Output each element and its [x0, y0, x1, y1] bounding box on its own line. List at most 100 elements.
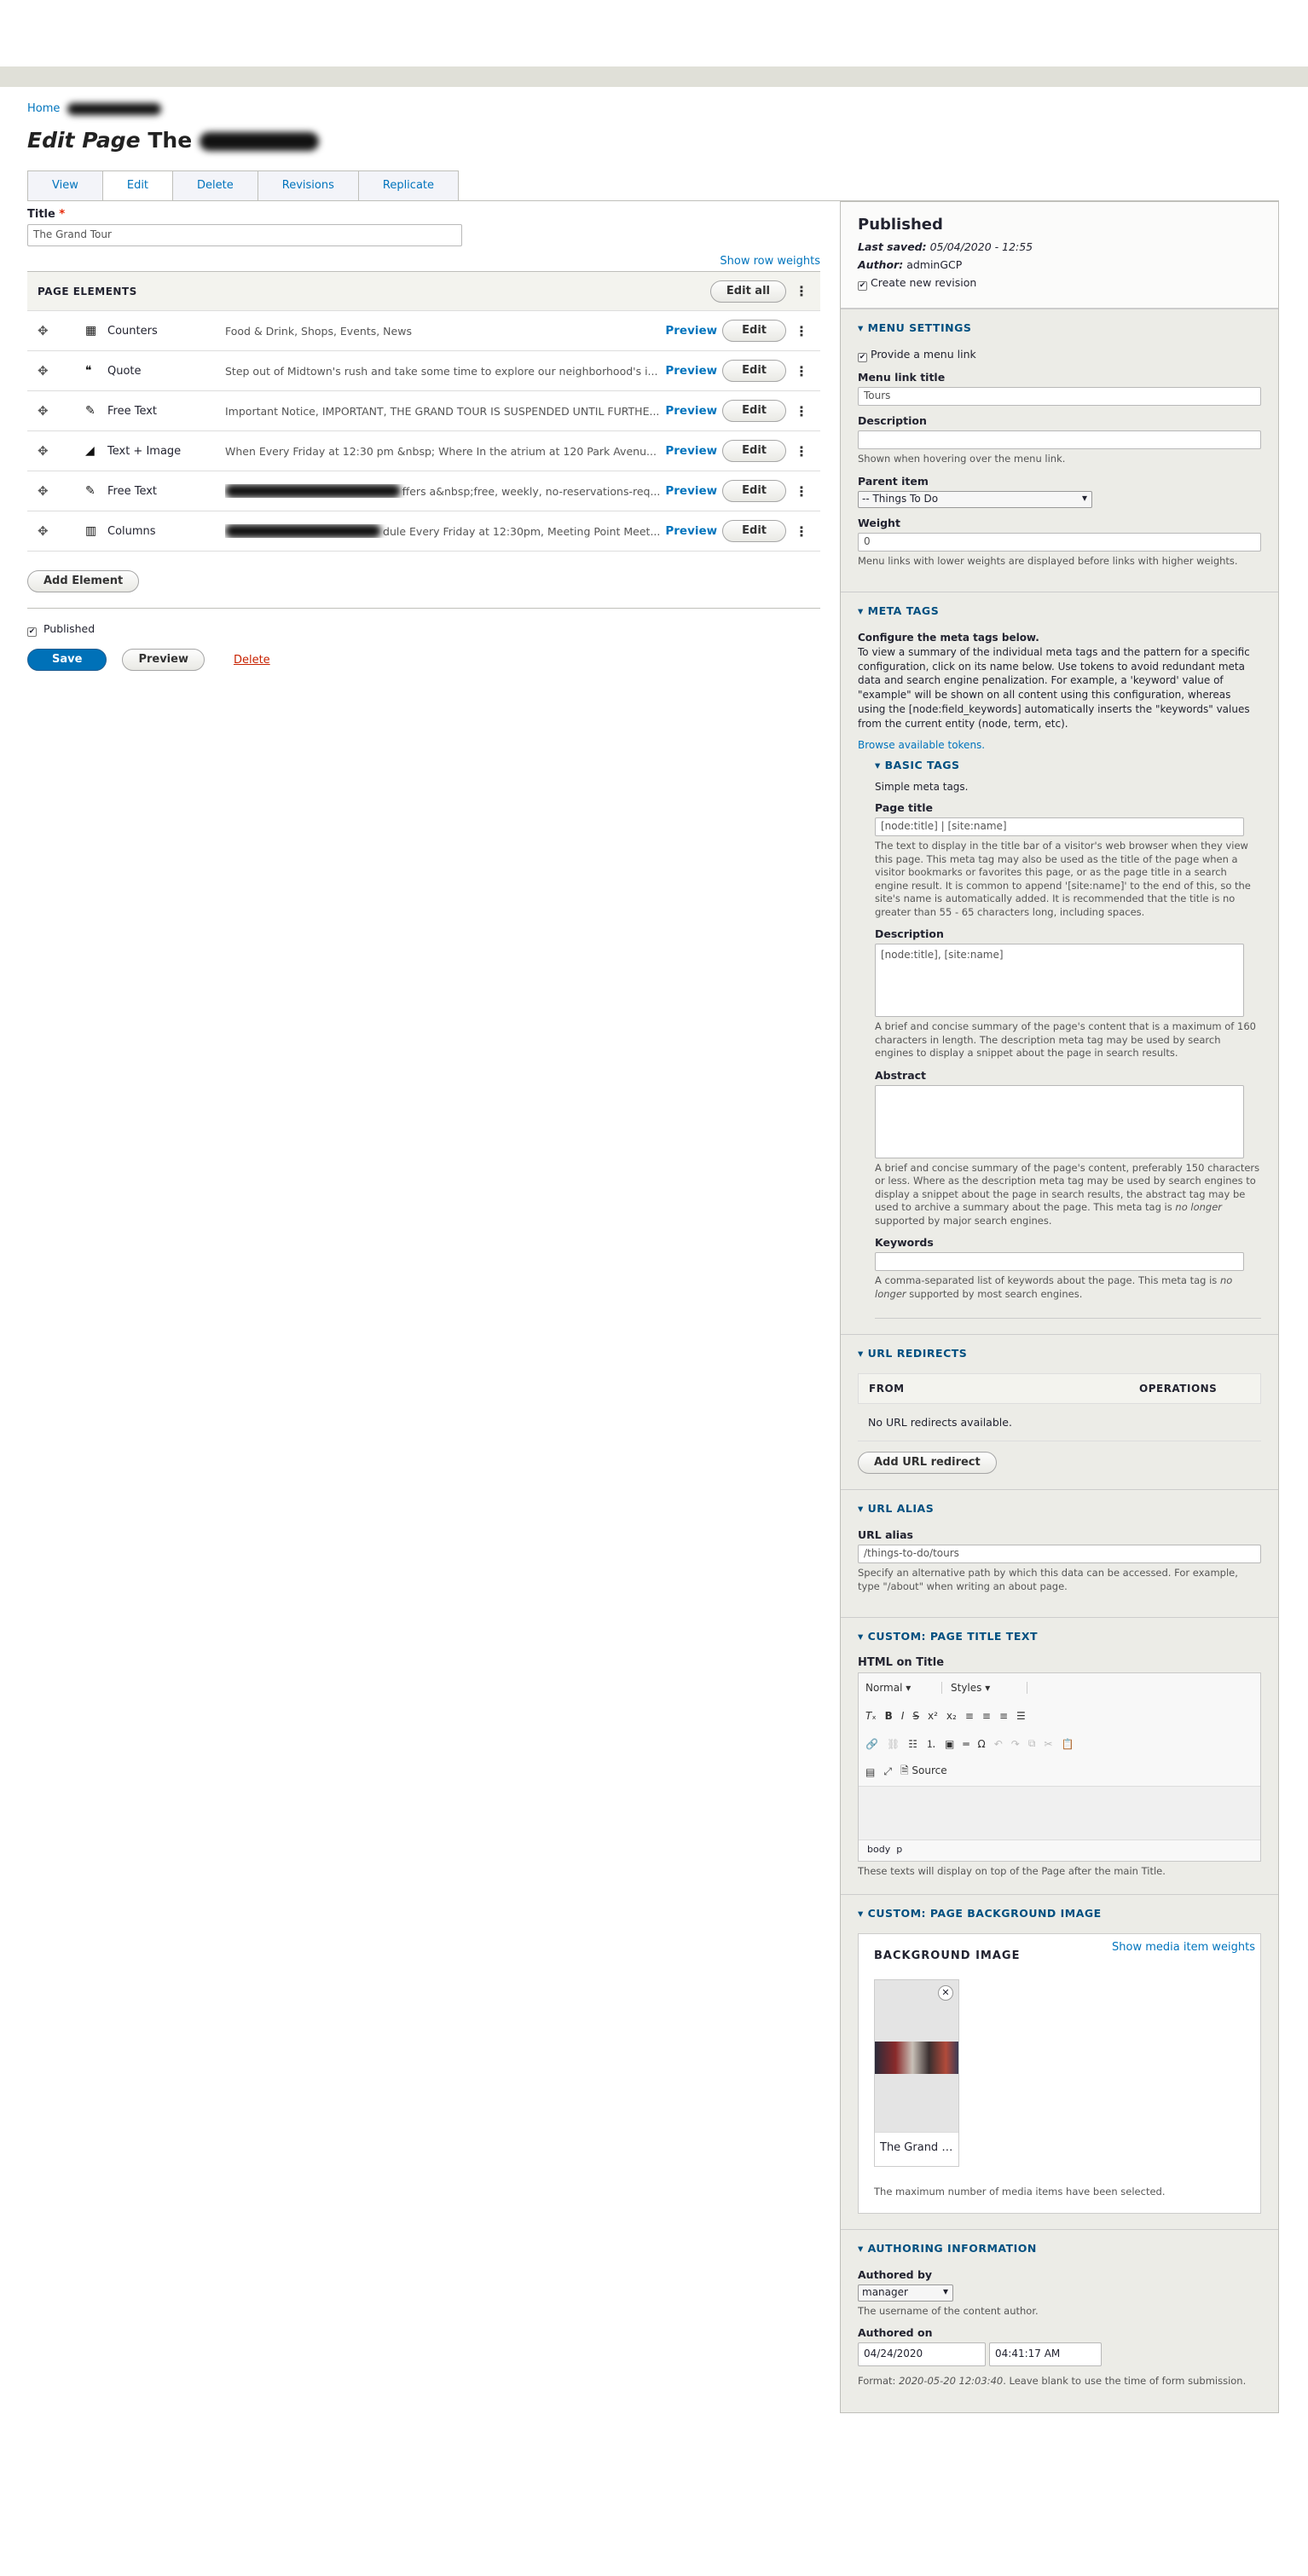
preview-link[interactable]: Preview — [665, 484, 717, 498]
source-button[interactable]: 🗎 Source — [900, 1763, 947, 1781]
edit-button[interactable]: Edit — [722, 360, 786, 382]
header-more-icon[interactable]: ⋮ — [793, 283, 810, 299]
add-element-button[interactable]: Add Element — [27, 570, 140, 592]
tab-revisions[interactable]: Revisions — [257, 170, 358, 201]
authored-on-time[interactable]: 04:41:17 AM — [989, 2342, 1102, 2367]
preview-link[interactable]: Preview — [665, 444, 717, 458]
preview-button[interactable]: Preview — [122, 649, 205, 671]
link-icon[interactable]: 🔗 — [865, 1738, 878, 1750]
background-image-section: ▾ CUSTOM: PAGE BACKGROUND IMAGE BACKGROU… — [841, 1894, 1278, 2229]
preview-link[interactable]: Preview — [665, 364, 717, 378]
editor-toolbar-row: 🔗 ⛓ ☷ ⒈ ▣ ═ Ω ↶ ↷ ⧉ ✂ 📋 — [859, 1730, 1260, 1759]
keywords-input[interactable] — [875, 1252, 1244, 1272]
paste-icon[interactable]: 📋 — [1061, 1738, 1074, 1750]
superscript-icon[interactable]: x² — [928, 1710, 938, 1722]
preview-link[interactable]: Preview — [665, 324, 717, 338]
italic-icon[interactable]: I — [901, 1710, 905, 1722]
edit-all-button[interactable]: Edit all — [709, 280, 786, 303]
breadcrumb: Home — [27, 102, 161, 115]
add-url-redirect-button[interactable]: Add URL redirect — [858, 1452, 997, 1475]
bold-icon[interactable]: B — [885, 1710, 893, 1722]
bulleted-list-icon[interactable]: ☷ — [908, 1738, 917, 1750]
provide-link-label: Provide a menu link — [871, 348, 976, 361]
show-row-weights-link[interactable]: Show row weights — [720, 255, 820, 268]
align-right-icon[interactable]: ≡ — [999, 1710, 1008, 1722]
authored-on-date[interactable]: 04/24/2020 — [858, 2342, 986, 2367]
pencil-icon: ✎ — [85, 404, 95, 418]
remove-media-icon[interactable]: ✕ — [938, 1985, 953, 2001]
page-title-text-toggle[interactable]: ▾ CUSTOM: PAGE TITLE TEXT — [858, 1630, 1261, 1643]
drag-handle-icon[interactable]: ✥ — [38, 483, 68, 499]
path-p[interactable]: p — [896, 1844, 902, 1855]
more-icon[interactable]: ⋮ — [793, 403, 810, 419]
edit-button[interactable]: Edit — [722, 320, 786, 342]
revision-checkbox[interactable]: ✔ — [858, 281, 867, 291]
drag-handle-icon[interactable]: ✥ — [38, 523, 68, 539]
browse-tokens-link[interactable]: Browse available tokens. — [858, 739, 985, 751]
horizontal-rule-icon[interactable]: ═ — [963, 1738, 969, 1750]
align-left-icon[interactable]: ≡ — [965, 1710, 974, 1722]
show-media-weights-link[interactable]: Show media item weights — [1112, 1941, 1255, 1954]
title-label: Title * — [27, 208, 820, 221]
save-button[interactable]: Save — [27, 649, 107, 671]
meta-description-textarea[interactable]: [node:title], [site:name] — [875, 944, 1244, 1018]
title-input[interactable]: The Grand Tour — [27, 224, 462, 246]
align-center-icon[interactable]: ≡ — [982, 1710, 991, 1722]
background-image-toggle[interactable]: ▾ CUSTOM: PAGE BACKGROUND IMAGE — [858, 1907, 1261, 1920]
edit-button[interactable]: Edit — [722, 520, 786, 542]
more-icon[interactable]: ⋮ — [793, 443, 810, 459]
url-alias-toggle[interactable]: ▾ URL ALIAS — [858, 1502, 1261, 1515]
abstract-textarea[interactable] — [875, 1084, 1244, 1158]
menu-link-title-input[interactable]: Tours — [858, 387, 1261, 406]
more-icon[interactable]: ⋮ — [793, 323, 810, 339]
media-item: ✕ The Grand Tour — [874, 1979, 959, 2167]
editor-content-area[interactable] — [859, 1786, 1260, 1841]
maximize-icon[interactable]: ⤢ — [883, 1765, 892, 1778]
tab-delete[interactable]: Delete — [172, 170, 258, 201]
tab-view[interactable]: View — [27, 170, 102, 201]
styles-dropdown[interactable]: Styles ▾ — [951, 1681, 1027, 1694]
menu-description-input[interactable] — [858, 430, 1261, 449]
authoring-toggle[interactable]: ▾ AUTHORING INFORMATION — [858, 2242, 1261, 2255]
url-alias-input[interactable]: /things-to-do/tours — [858, 1545, 1261, 1564]
edit-button[interactable]: Edit — [722, 400, 786, 422]
breadcrumb-home-link[interactable]: Home — [27, 102, 60, 115]
preview-link[interactable]: Preview — [665, 404, 717, 418]
format-dropdown[interactable]: Normal ▾ — [865, 1681, 942, 1694]
edit-button[interactable]: Edit — [722, 440, 786, 462]
justify-icon[interactable]: ☰ — [1016, 1710, 1026, 1722]
image-icon[interactable]: ▣ — [945, 1738, 954, 1750]
more-icon[interactable]: ⋮ — [793, 363, 810, 379]
drag-handle-icon[interactable]: ✥ — [38, 363, 68, 378]
published-checkbox[interactable]: ✔ — [27, 627, 37, 637]
provide-link-checkbox[interactable]: ✔ — [858, 353, 867, 362]
more-icon[interactable]: ⋮ — [793, 483, 810, 500]
tab-replicate[interactable]: Replicate — [357, 170, 460, 201]
delete-link[interactable]: Delete — [234, 654, 270, 667]
remove-format-icon[interactable]: Tₓ — [865, 1710, 877, 1722]
title-label-text: Title — [27, 208, 55, 221]
url-redirects-toggle[interactable]: ▾ URL REDIRECTS — [858, 1347, 1261, 1360]
meta-page-title-input[interactable]: [node:title] | [site:name] — [875, 817, 1244, 837]
menu-settings-toggle[interactable]: ▾ MENU SETTINGS — [858, 321, 1261, 334]
edit-button[interactable]: Edit — [722, 480, 786, 502]
meta-tags-toggle[interactable]: ▾ META TAGS — [858, 604, 1261, 617]
parent-item-select[interactable]: -- Things To Do — [858, 490, 1092, 508]
preview-link[interactable]: Preview — [665, 524, 717, 538]
strikethrough-icon[interactable]: S — [912, 1710, 919, 1722]
weight-input[interactable]: 0 — [858, 532, 1261, 552]
special-char-icon[interactable]: Ω — [978, 1738, 986, 1750]
drag-handle-icon[interactable]: ✥ — [38, 443, 68, 459]
numbered-list-icon[interactable]: ⒈ — [926, 1736, 936, 1751]
redacted-summary — [225, 524, 382, 538]
drag-handle-icon[interactable]: ✥ — [38, 403, 68, 419]
path-body[interactable]: body — [867, 1844, 890, 1855]
subscript-icon[interactable]: x₂ — [946, 1710, 957, 1722]
format-label: Format: — [858, 2375, 900, 2388]
more-icon[interactable]: ⋮ — [793, 523, 810, 540]
authored-by-select[interactable]: manager — [858, 2284, 953, 2302]
basic-tags-toggle[interactable]: ▾ BASIC TAGS — [875, 759, 1261, 771]
tab-edit[interactable]: Edit — [101, 170, 173, 201]
drag-handle-icon[interactable]: ✥ — [38, 323, 68, 338]
show-blocks-icon[interactable]: ▤ — [865, 1766, 875, 1778]
